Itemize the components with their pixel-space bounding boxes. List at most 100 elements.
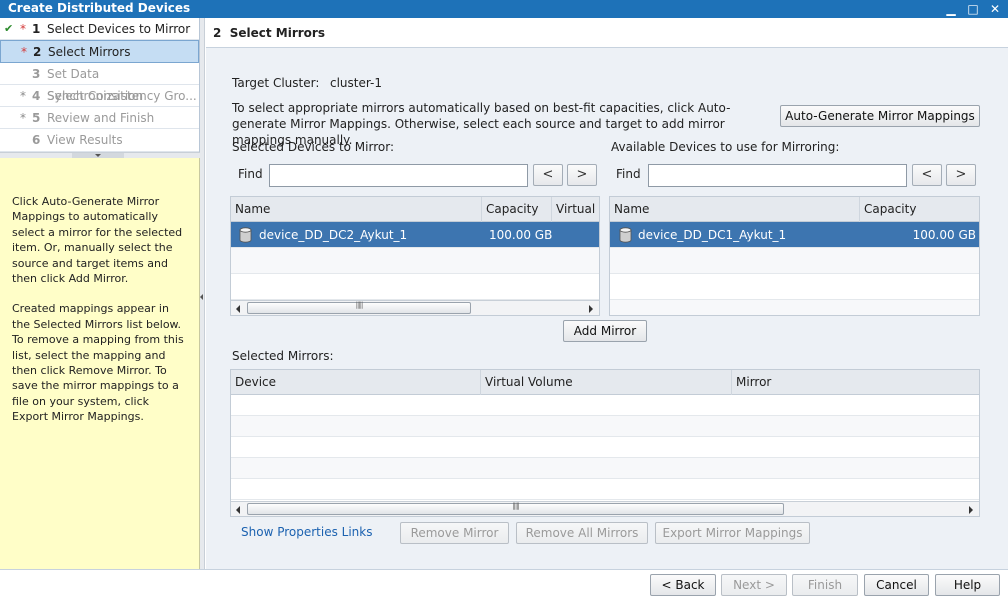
left-next-button[interactable]: > (567, 164, 597, 186)
required-star: * (20, 22, 26, 36)
target-cluster-value: cluster-1 (330, 76, 383, 90)
step-number: 5 (32, 111, 41, 126)
right-panel-title: Available Devices to use for Mirroring: (611, 140, 840, 154)
step-label: Review and Finish (47, 111, 155, 126)
step-review-finish: * 5 Review and Finish (0, 107, 199, 130)
window-controls: ▁ □ ✕ (944, 0, 1002, 18)
help-button[interactable]: Help (935, 574, 1000, 596)
column-header-capacity[interactable]: Capacity (482, 197, 552, 222)
main-content: Target Cluster: cluster-1 To select appr… (206, 48, 1008, 569)
scrollbar-thumb[interactable] (247, 302, 471, 314)
scroll-right-icon[interactable] (584, 302, 597, 314)
show-properties-link[interactable]: Show Properties Links (241, 525, 372, 539)
window-title: Create Distributed Devices (8, 1, 191, 15)
checkmark-icon: ✔ (4, 22, 14, 35)
page-title-text: Select Mirrors (229, 26, 325, 40)
auto-generate-button[interactable]: Auto-Generate Mirror Mappings (780, 105, 980, 127)
find-label: Find (238, 167, 263, 181)
help-text: Created mappings appear in the Selected … (12, 302, 184, 424)
step-number: 1 (32, 22, 41, 36)
device-capacity: 100.00 GB (489, 228, 553, 242)
next-button[interactable]: Next > (721, 574, 787, 596)
selected-devices-table: Name Capacity Virtual Volume device_DD_D… (230, 196, 600, 316)
step-select-devices[interactable]: ✔ * 1 Select Devices to Mirror (0, 18, 199, 41)
help-panel: Click Auto-Generate Mirror Mappings to a… (0, 158, 200, 569)
table-row (231, 479, 979, 500)
column-header-virtual-volume[interactable]: Virtual Volume (481, 370, 732, 395)
table-header: Device Virtual Volume Mirror (231, 370, 979, 395)
target-cluster-label: Target Cluster: (232, 76, 320, 90)
step-label: Select Devices to Mirror (47, 22, 191, 36)
finish-button[interactable]: Finish (792, 574, 858, 596)
column-header-name[interactable]: Name (610, 197, 860, 222)
wizard-steps: ✔ * 1 Select Devices to Mirror * 2 Selec… (0, 18, 200, 152)
page-title: 2 Select Mirrors (206, 18, 1008, 48)
required-star: * (21, 45, 27, 60)
required-star: * (20, 88, 26, 103)
export-mirror-mappings-button[interactable]: Export Mirror Mappings (655, 522, 810, 544)
scroll-right-icon[interactable] (964, 503, 977, 515)
back-button[interactable]: < Back (650, 574, 716, 596)
step-number: 2 (33, 45, 42, 60)
table-row (610, 248, 979, 274)
find-label: Find (616, 167, 641, 181)
device-name: device_DD_DC2_Aykut_1 (259, 228, 408, 242)
page-number: 2 (213, 26, 222, 40)
column-header-device[interactable]: Device (231, 370, 481, 395)
device-name: device_DD_DC1_Aykut_1 (638, 228, 787, 242)
remove-mirror-button[interactable]: Remove Mirror (400, 522, 509, 544)
step-number: 4 (32, 88, 41, 103)
storage-device-icon (239, 227, 252, 243)
available-devices-table: Name Capacity device_DD_DC1_Aykut_1 100.… (609, 196, 980, 316)
column-header-virtual-volume[interactable]: Virtual Volume (552, 197, 599, 222)
table-header: Name Capacity Virtual Volume (231, 197, 599, 222)
maximize-icon[interactable]: □ (966, 2, 980, 16)
scrollbar-thumb[interactable] (247, 503, 784, 515)
required-star: * (20, 111, 26, 126)
left-prev-button[interactable]: < (533, 164, 563, 186)
cancel-button[interactable]: Cancel (864, 574, 929, 596)
table-row (231, 416, 979, 437)
column-header-mirror[interactable]: Mirror (732, 370, 979, 395)
step-label: View Results (47, 133, 123, 148)
window-titlebar: Create Distributed Devices ▁ □ ✕ (0, 0, 1008, 18)
left-table-scrollbar[interactable] (231, 300, 599, 315)
column-header-capacity[interactable]: Capacity (860, 197, 979, 222)
table-row[interactable]: device_DD_DC2_Aykut_1 100.00 GB (231, 222, 599, 248)
remove-all-mirrors-button[interactable]: Remove All Mirrors (516, 522, 648, 544)
scroll-left-icon[interactable] (232, 503, 245, 515)
minimize-icon[interactable]: ▁ (944, 2, 958, 16)
table-row (231, 248, 599, 274)
step-set-data-sync: 3 Set Data Synchronization (0, 63, 199, 103)
table-row (231, 395, 979, 416)
mirrors-table-scrollbar[interactable] (231, 501, 979, 516)
table-row (231, 458, 979, 479)
storage-device-icon (619, 227, 632, 243)
column-header-name[interactable]: Name (231, 197, 482, 222)
table-row[interactable]: device_DD_DC1_Aykut_1 100.00 GB (610, 222, 979, 248)
left-find-input[interactable] (269, 164, 528, 187)
step-select-consistency-group: * 4 Select Consistency Gro... (0, 85, 199, 108)
step-select-mirrors[interactable]: * 2 Select Mirrors (0, 40, 199, 63)
left-panel-title: Selected Devices to Mirror: (232, 140, 394, 154)
scroll-left-icon[interactable] (232, 302, 245, 314)
right-next-button[interactable]: > (946, 164, 976, 186)
selected-mirrors-title: Selected Mirrors: (232, 349, 334, 363)
selected-mirrors-table: Device Virtual Volume Mirror (230, 369, 980, 517)
step-label: Select Consistency Gro... (47, 88, 197, 103)
add-mirror-button[interactable]: Add Mirror (563, 320, 647, 342)
help-text: Click Auto-Generate Mirror Mappings to a… (12, 195, 183, 286)
table-row (610, 300, 979, 315)
table-row (610, 274, 979, 300)
close-icon[interactable]: ✕ (988, 2, 1002, 16)
step-label: Select Mirrors (48, 45, 131, 60)
right-find-input[interactable] (648, 164, 907, 187)
wizard-footer: < Back Next > Finish Cancel Help (0, 569, 1008, 600)
device-capacity: 100.00 GB (912, 228, 976, 242)
table-row (231, 274, 599, 300)
step-number: 6 (32, 133, 41, 148)
collapse-left-icon[interactable] (200, 294, 204, 302)
panel-splitter[interactable] (200, 18, 205, 569)
right-prev-button[interactable]: < (912, 164, 942, 186)
table-row (231, 437, 979, 458)
